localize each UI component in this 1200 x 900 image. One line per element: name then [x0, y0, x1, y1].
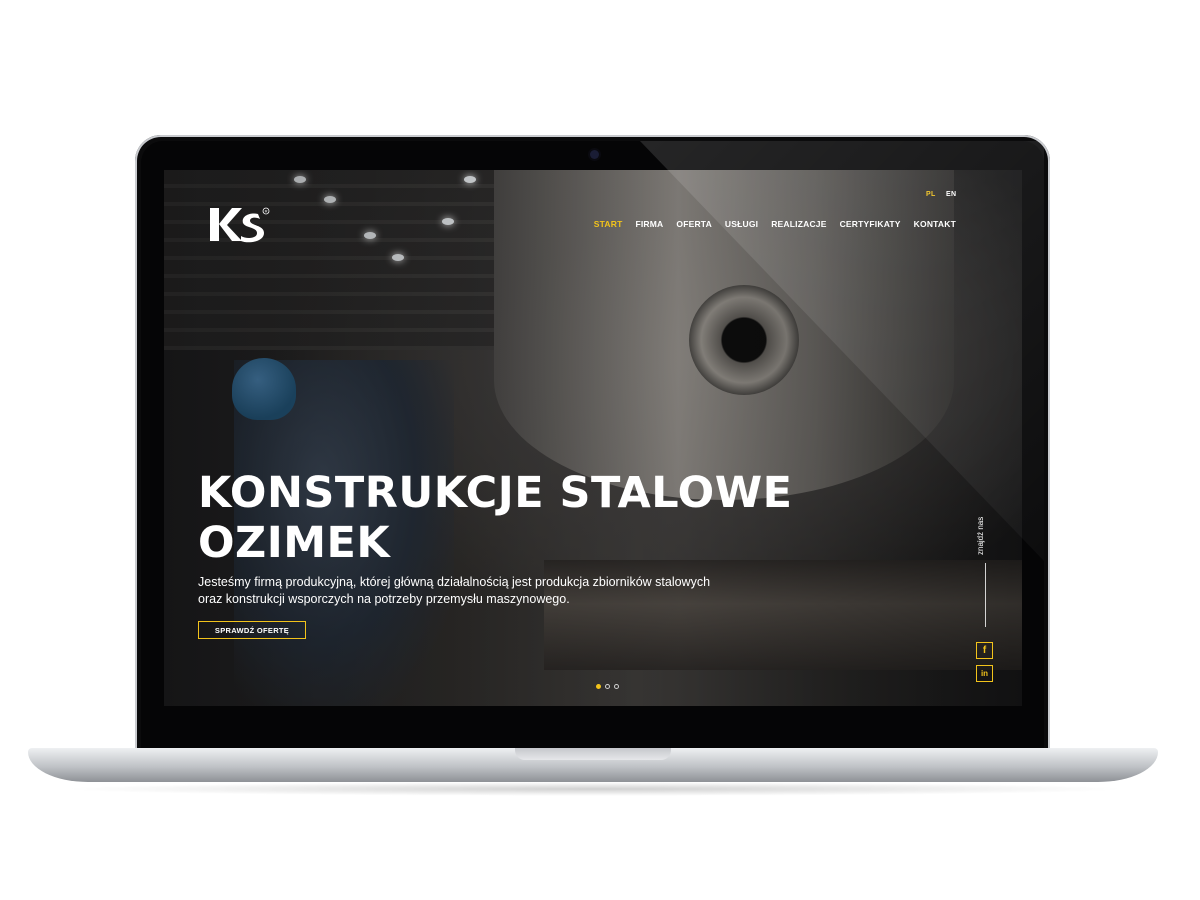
slider-dot-3[interactable]	[614, 684, 619, 689]
check-offer-button[interactable]: SPRAWDŹ OFERTĘ	[198, 621, 306, 639]
lang-pl[interactable]: PL	[926, 191, 936, 198]
laptop-notch	[515, 748, 671, 760]
nav-start[interactable]: START	[594, 219, 623, 229]
nav-oferta[interactable]: OFERTA	[676, 219, 712, 229]
slider-dots	[596, 684, 619, 689]
hero-title-line-1: KONSTRUKCJE STALOWE	[198, 468, 793, 518]
hero-subtitle-line-1: Jesteśmy firmą produkcyjną, której główn…	[198, 575, 711, 589]
nav-firma[interactable]: FIRMA	[635, 219, 663, 229]
facebook-icon[interactable]: f	[976, 642, 993, 659]
hero-title: KONSTRUKCJE STALOWE OZIMEK	[198, 468, 898, 568]
find-us-label: znajdź nas	[976, 516, 985, 555]
nav-uslugi[interactable]: USŁUGI	[725, 219, 758, 229]
slider-dot-1[interactable]	[596, 684, 601, 689]
linkedin-icon[interactable]: in	[976, 665, 993, 682]
find-us-divider	[985, 563, 986, 627]
ks-logo[interactable]: R	[210, 206, 270, 244]
svg-text:R: R	[265, 209, 268, 214]
lang-en[interactable]: EN	[946, 191, 956, 198]
hero-subtitle: Jesteśmy firmą produkcyjną, której główn…	[198, 574, 718, 608]
nav-kontakt[interactable]: KONTAKT	[914, 219, 956, 229]
nav-realizacje[interactable]: REALIZACJE	[771, 219, 826, 229]
hero-subtitle-line-2: oraz konstrukcji wsporczych na potrzeby …	[198, 592, 570, 606]
webcam-icon	[590, 150, 599, 159]
website-screen: R PL EN START FIRMA OFERTA USŁUGI REALIZ…	[164, 170, 1022, 706]
hero-title-line-2: OZIMEK	[198, 518, 391, 568]
main-nav: START FIRMA OFERTA USŁUGI REALIZACJE CER…	[594, 219, 956, 229]
slider-dot-2[interactable]	[605, 684, 610, 689]
nav-certyfikaty[interactable]: CERTYFIKATY	[840, 219, 901, 229]
